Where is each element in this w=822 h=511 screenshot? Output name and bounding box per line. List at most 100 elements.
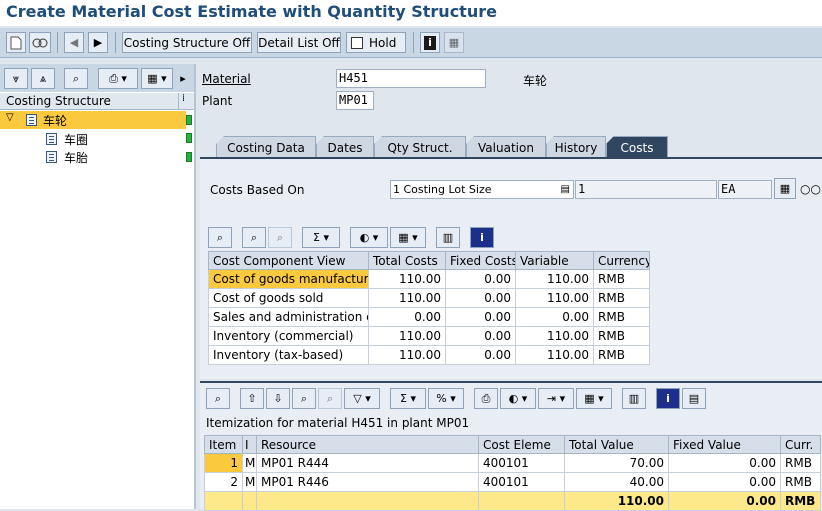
status-green-icon: [186, 133, 192, 143]
cell-currency: RMB: [593, 269, 650, 289]
tree-node-child[interactable]: 车胎: [0, 148, 186, 166]
find-next-icon[interactable]: ⌕: [318, 388, 342, 409]
print-icon[interactable]: ⎙ ▾: [98, 68, 138, 89]
cell-variable: 110.00: [515, 345, 594, 365]
unit-field: EA: [718, 180, 772, 199]
cell-resource: MP01 R444: [256, 453, 479, 473]
dropdown-icon[interactable]: ▤: [561, 181, 570, 198]
info-icon[interactable]: i: [656, 388, 680, 409]
layout-icon[interactable]: ▦ ▾: [576, 388, 612, 409]
tab-costing-data[interactable]: Costing Data: [216, 136, 316, 158]
tree-toolbar: ⩔ ⩓ ⌕ ⎙ ▾ ▦ ▾ ▸: [0, 64, 194, 92]
table-row[interactable]: 1 M MP01 R444 400101 70.00 0.00 RMB: [204, 453, 821, 473]
info-icon[interactable]: i: [470, 227, 494, 248]
export-icon[interactable]: ◐ ▾: [350, 227, 388, 248]
settings-icon[interactable]: ▦: [444, 32, 464, 53]
total-currency: RMB: [780, 491, 821, 511]
find-icon[interactable]: ⌕: [242, 227, 266, 248]
calculator-icon[interactable]: ▤: [682, 388, 706, 409]
scroll-right-icon[interactable]: ▸: [176, 68, 190, 89]
sum-icon[interactable]: Σ ▾: [302, 227, 340, 248]
filter-icon[interactable]: ▽ ▾: [344, 388, 380, 409]
cell-i: M: [242, 453, 257, 473]
tree-node-child[interactable]: 车圈: [0, 130, 186, 148]
cell-view[interactable]: Inventory (tax-based): [208, 345, 369, 365]
cell-currency: RMB: [593, 345, 650, 365]
cell-variable: 0.00: [515, 307, 594, 327]
plant-field[interactable]: MP01: [336, 91, 374, 110]
cell-view[interactable]: Inventory (commercial): [208, 326, 369, 346]
material-field[interactable]: H451: [336, 69, 486, 88]
next-icon[interactable]: ▶: [88, 32, 108, 53]
new-document-icon[interactable]: [6, 32, 26, 53]
cell-item[interactable]: 1: [204, 453, 243, 473]
tab-costs[interactable]: Costs: [606, 136, 668, 158]
col-header-fixed[interactable]: Fixed Costs: [445, 251, 516, 270]
column-config-icon[interactable]: ⁞: [178, 93, 188, 109]
col-header-total[interactable]: Total Costs: [368, 251, 446, 270]
tab-dates[interactable]: Dates: [316, 136, 374, 158]
costs-based-on-select[interactable]: 1 Costing Lot Size ▤: [390, 180, 574, 199]
detail-list-off-button[interactable]: Detail List Off: [257, 32, 341, 53]
sort-ascending-icon[interactable]: ⇧: [240, 388, 264, 409]
title-bar: Create Material Cost Estimate with Quant…: [0, 0, 822, 26]
col-header-variable[interactable]: Variable: [515, 251, 594, 270]
cell-fixed: 0.00: [445, 326, 516, 346]
previous-icon[interactable]: ◀: [64, 32, 84, 53]
col-header-fixed-value[interactable]: Fixed Value: [668, 435, 781, 454]
page-title: Create Material Cost Estimate with Quant…: [6, 2, 497, 21]
tab-history[interactable]: History: [546, 136, 606, 158]
tree-header-label: Costing Structure: [6, 94, 111, 108]
table-row[interactable]: Cost of goods manufactured 110.00 0.00 1…: [208, 269, 650, 289]
details-icon[interactable]: ⌕: [206, 388, 230, 409]
col-header-resource[interactable]: Resource: [256, 435, 479, 454]
views-icon[interactable]: ◐ ▾: [500, 388, 536, 409]
find-icon[interactable]: ⌕: [64, 68, 88, 89]
quantity-field: 1: [575, 180, 717, 199]
details-icon[interactable]: ⌕: [208, 227, 232, 248]
tree-node-root[interactable]: ▽ 车轮: [0, 111, 186, 129]
cell-view[interactable]: Sales and administration cost: [208, 307, 369, 327]
table-row[interactable]: Inventory (tax-based) 110.00 0.00 110.00…: [208, 345, 650, 365]
layout-icon[interactable]: ▦ ▾: [390, 227, 426, 248]
cell-view[interactable]: Cost of goods sold: [208, 288, 369, 308]
subtotal-icon[interactable]: % ▾: [428, 388, 464, 409]
settings-icon[interactable]: ▦: [774, 178, 796, 199]
find-next-icon[interactable]: ⌕: [268, 227, 292, 248]
col-header-view[interactable]: Cost Component View: [208, 251, 369, 270]
col-header-cost-element[interactable]: Cost Eleme: [478, 435, 565, 454]
col-header-currency[interactable]: Curr.: [780, 435, 821, 454]
table-row[interactable]: Sales and administration cost 0.00 0.00 …: [208, 307, 650, 327]
col-header-item[interactable]: Item: [204, 435, 243, 454]
costing-structure-off-button[interactable]: Costing Structure Off: [122, 32, 252, 53]
sort-descending-icon[interactable]: ⇩: [266, 388, 290, 409]
display-change-icon[interactable]: [29, 32, 51, 53]
cell-resource: [256, 491, 479, 511]
cell-item: [204, 491, 243, 511]
collapse-icon[interactable]: ⩓: [31, 68, 55, 89]
cell-item[interactable]: 2: [204, 472, 243, 492]
table-row[interactable]: Cost of goods sold 110.00 0.00 110.00 RM…: [208, 288, 650, 308]
table-row[interactable]: 2 M MP01 R446 400101 40.00 0.00 RMB: [204, 472, 821, 492]
more-icon[interactable]: ○○: [800, 182, 821, 196]
export-icon[interactable]: ⇥ ▾: [538, 388, 574, 409]
cell-view[interactable]: Cost of goods manufactured: [208, 269, 369, 289]
find-icon[interactable]: ⌕: [292, 388, 316, 409]
info-icon[interactable]: i: [420, 32, 440, 53]
costing-structure-panel: ⩔ ⩓ ⌕ ⎙ ▾ ▦ ▾ ▸ Costing Structure ⁞ ▽ 车轮…: [0, 64, 196, 509]
graphic-icon[interactable]: ▥: [622, 388, 646, 409]
graphic-icon[interactable]: ▥: [436, 227, 460, 248]
col-header-currency[interactable]: Currency: [593, 251, 650, 270]
cell-fixed: 0.00: [445, 269, 516, 289]
sum-icon[interactable]: Σ ▾: [390, 388, 426, 409]
layout-icon[interactable]: ▦ ▾: [141, 68, 173, 89]
print-icon[interactable]: ⎙: [474, 388, 498, 409]
hold-button[interactable]: Hold: [346, 32, 406, 53]
col-header-total-value[interactable]: Total Value: [564, 435, 669, 454]
expand-node-icon[interactable]: ▽: [6, 112, 14, 123]
table-row[interactable]: Inventory (commercial) 110.00 0.00 110.0…: [208, 326, 650, 346]
tab-qty-struct[interactable]: Qty Struct.: [374, 136, 466, 158]
expand-icon[interactable]: ⩔: [4, 68, 28, 89]
tab-valuation[interactable]: Valuation: [466, 136, 546, 158]
col-header-i[interactable]: I: [242, 435, 257, 454]
